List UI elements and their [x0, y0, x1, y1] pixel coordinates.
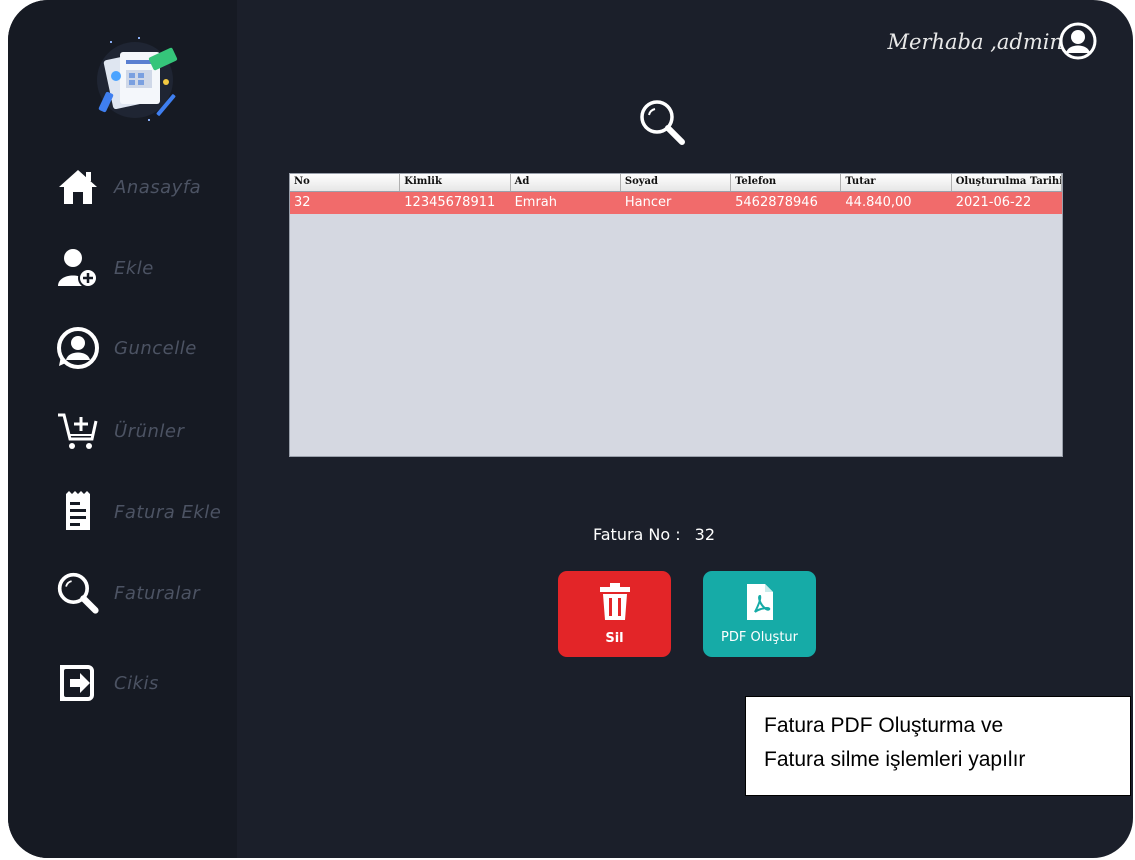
- cart-add-icon: [56, 409, 100, 453]
- sidebar-item-anasayfa[interactable]: Anasayfa: [56, 162, 236, 212]
- sidebar: Anasayfa Ekle Guncelle Ürünler Fatura Ek: [8, 0, 237, 858]
- table-header: No Kimlik Ad Soyad Telefon Tutar Oluştur…: [290, 174, 1062, 192]
- invoice-number-label: Fatura No :: [593, 525, 681, 544]
- invoice-table[interactable]: No Kimlik Ad Soyad Telefon Tutar Oluştur…: [289, 173, 1063, 457]
- annotation-line: Fatura PDF Oluşturma ve: [764, 714, 1004, 737]
- app-logo: [97, 37, 178, 121]
- table-cell: Emrah: [514, 195, 557, 210]
- home-icon: [56, 165, 100, 209]
- user-avatar-icon[interactable]: [1059, 22, 1097, 60]
- table-cell: 32: [294, 195, 311, 210]
- sidebar-item-label: Fatura Ekle: [114, 501, 222, 523]
- sidebar-item-guncelle[interactable]: Guncelle: [56, 323, 236, 373]
- column-header-ad[interactable]: Ad: [511, 174, 621, 191]
- invoice-icon: [56, 490, 100, 534]
- column-header-tutar[interactable]: Tutar: [841, 174, 952, 191]
- table-cell: 2021-06-22: [955, 195, 1032, 210]
- invoice-number-value: 32: [694, 525, 716, 544]
- pdf-file-icon: [746, 583, 773, 620]
- sidebar-item-label: Ekle: [114, 257, 154, 279]
- sidebar-item-label: Guncelle: [114, 337, 197, 359]
- create-pdf-button[interactable]: PDF Oluştur: [703, 571, 816, 657]
- table-cell: 12345678911: [404, 195, 496, 210]
- table-row[interactable]: 32 12345678911 Emrah Hancer 5462878946 4…: [290, 192, 1062, 214]
- annotation-note: Fatura PDF Oluşturma ve Fatura silme işl…: [745, 696, 1131, 796]
- create-pdf-button-label: PDF Oluştur: [721, 629, 798, 645]
- column-header-kimlik[interactable]: Kimlik: [400, 174, 511, 191]
- greeting-text: Merhaba ,admin: [887, 30, 1063, 54]
- sidebar-item-label: Faturalar: [114, 582, 201, 604]
- search-icon[interactable]: [638, 98, 688, 148]
- sidebar-item-label: Ürünler: [114, 420, 185, 442]
- sidebar-item-label: Cikis: [114, 672, 159, 694]
- column-header-soyad[interactable]: Soyad: [621, 174, 732, 191]
- table-cell: 44.840,00: [845, 195, 912, 210]
- sidebar-item-ekle[interactable]: Ekle: [56, 243, 236, 293]
- delete-button-label: Sil: [605, 630, 624, 646]
- table-cell: 5462878946: [735, 195, 818, 210]
- user-refresh-icon: [56, 326, 100, 370]
- sidebar-item-label: Anasayfa: [114, 176, 202, 198]
- add-user-icon: [56, 246, 100, 290]
- sidebar-item-cikis[interactable]: Cikis: [56, 658, 236, 708]
- logout-icon: [56, 661, 100, 705]
- annotation-line: Fatura silme işlemleri yapılır: [764, 748, 1026, 771]
- sidebar-item-fatura-ekle[interactable]: Fatura Ekle: [56, 487, 236, 537]
- column-header-no[interactable]: No: [290, 174, 401, 191]
- sidebar-item-faturalar[interactable]: Faturalar: [56, 568, 236, 618]
- table-cell: Hancer: [624, 195, 672, 210]
- invoice-number: Fatura No : 32: [593, 525, 715, 544]
- sidebar-item-urunler[interactable]: Ürünler: [56, 406, 236, 456]
- column-header-olusturulma-tarihi[interactable]: Oluşturulma Tarihi: [952, 174, 1062, 191]
- column-header-telefon[interactable]: Telefon: [731, 174, 842, 191]
- search-icon: [56, 571, 100, 615]
- trash-icon: [599, 582, 630, 620]
- delete-button[interactable]: Sil: [558, 571, 671, 657]
